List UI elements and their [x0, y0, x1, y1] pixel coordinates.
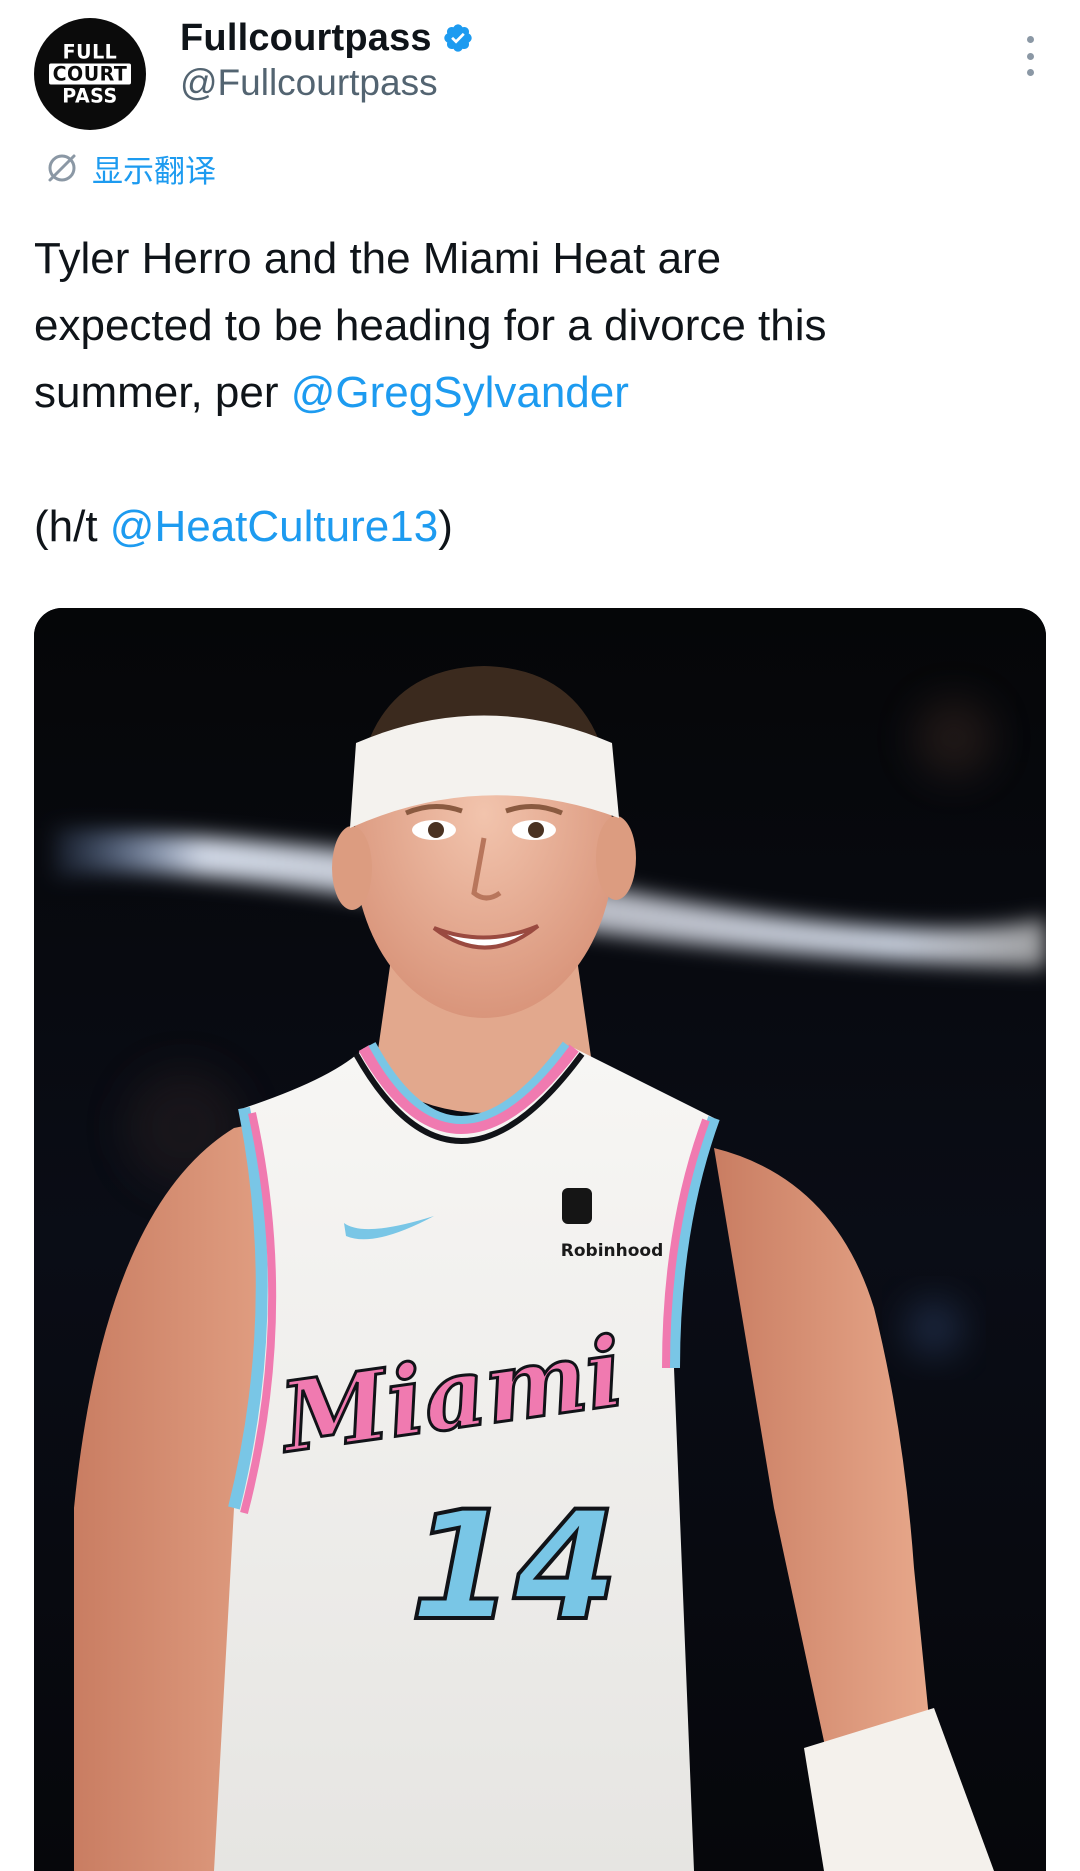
tweet-media[interactable]: Robinhood Miami 14: [34, 608, 1046, 1871]
tweet-line-1: Tyler Herro and the Miami Heat are: [34, 234, 722, 283]
display-name[interactable]: Fullcourtpass: [180, 17, 432, 60]
tweet-text: Tyler Herro and the Miami Heat are expec…: [34, 225, 1044, 560]
jersey-number: 14: [410, 1480, 619, 1654]
tweet-line-5-suffix: ): [438, 502, 453, 551]
verified-badge-icon: [444, 24, 472, 52]
mention-link-gregsylvander[interactable]: @GregSylvander: [291, 368, 629, 417]
tweet-line-3: summer, per: [34, 368, 291, 417]
tweet-line-5-prefix: (h/t: [34, 502, 110, 551]
translate-button[interactable]: 显示翻译: [44, 146, 216, 190]
avatar-line-3: PASS: [62, 84, 118, 108]
avatar-line-1: FULL: [62, 40, 118, 64]
jersey-sponsor: Robinhood: [561, 1241, 664, 1261]
translate-label: 显示翻译: [92, 153, 216, 190]
more-options-icon[interactable]: [1020, 36, 1040, 76]
tweet-header: FULL COURT PASS Fullcourtpass @Fullcourt…: [0, 0, 1080, 140]
account-handle[interactable]: @Fullcourtpass: [180, 62, 438, 104]
translate-icon: [48, 154, 76, 182]
tweet-line-2: expected to be heading for a divorce thi…: [34, 301, 827, 350]
avatar-logo: FULL COURT PASS: [48, 40, 132, 108]
avatar-line-2: COURT: [48, 63, 132, 85]
display-name-row: Fullcourtpass: [180, 14, 474, 62]
avatar[interactable]: FULL COURT PASS: [34, 18, 146, 130]
tweet-photo: Robinhood Miami 14: [34, 608, 1046, 1871]
mention-link-heatculture13[interactable]: @HeatCulture13: [110, 502, 438, 551]
